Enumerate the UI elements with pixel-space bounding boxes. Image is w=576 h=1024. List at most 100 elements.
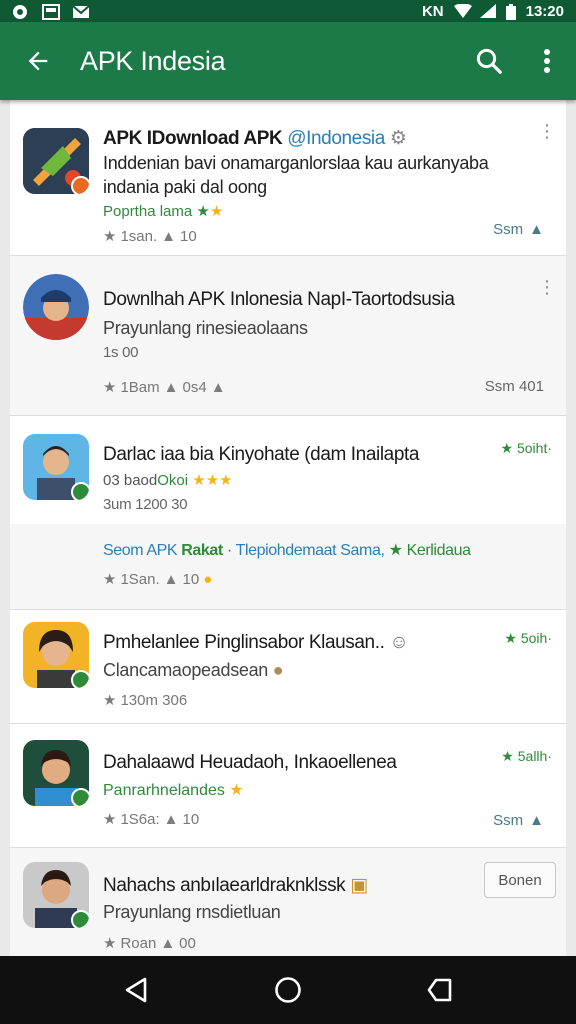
search-icon bbox=[476, 48, 502, 74]
overflow-menu-button[interactable] bbox=[518, 22, 576, 100]
app-icon bbox=[23, 128, 89, 194]
item-desc-line1: Inddenian bavi onamarganlorslaa kau aurk… bbox=[103, 153, 489, 173]
notification-icon bbox=[12, 4, 28, 19]
star-icon: ★ bbox=[500, 440, 514, 456]
item-meta: 1san. bbox=[120, 227, 158, 245]
thumb-icon: ▲ bbox=[163, 570, 179, 588]
item-sub-prefix: 03 baod bbox=[103, 472, 158, 489]
item-right-label: Ssm bbox=[493, 221, 524, 238]
star-icon: ★ bbox=[103, 935, 117, 952]
list-item[interactable]: Darlac iaa bia Kinyohate (dam Inailapta … bbox=[10, 416, 566, 524]
clock: 13:20 bbox=[525, 2, 564, 20]
open-button[interactable]: Bonen bbox=[484, 862, 556, 898]
star-icon: ★ bbox=[229, 782, 244, 799]
gear-icon: ⚙ bbox=[389, 128, 407, 149]
back-button[interactable] bbox=[0, 22, 76, 100]
item-title-link[interactable]: @Indonesia bbox=[287, 128, 385, 149]
star-icon: ★ bbox=[103, 571, 117, 588]
star-icon: ★ bbox=[103, 228, 117, 245]
thumb-icon: ▲ bbox=[163, 378, 179, 396]
back-nav-button[interactable] bbox=[106, 960, 166, 1020]
thumb-icon: ▲ bbox=[210, 378, 226, 396]
verified-icon bbox=[71, 910, 89, 928]
promo-highlight-2: Kerlidaua bbox=[406, 542, 471, 559]
image-notification-icon bbox=[42, 4, 60, 20]
app-icon bbox=[23, 862, 89, 928]
item-title: Pmhelanlee Pinglinsabor Klausan.. bbox=[103, 632, 385, 653]
promo-link[interactable]: Seom APK bbox=[103, 542, 178, 559]
thumb-icon: ▲ bbox=[161, 227, 177, 245]
verified-icon bbox=[71, 670, 89, 688]
home-nav-button[interactable] bbox=[258, 960, 318, 1020]
star-icon: ★ bbox=[196, 203, 210, 220]
star-icon: ★ bbox=[103, 811, 117, 828]
star-icon: ★ bbox=[103, 379, 117, 396]
star-icon: ★ bbox=[103, 692, 117, 709]
star-icon: ★ bbox=[501, 748, 514, 764]
lock-icon: ▣ bbox=[350, 875, 368, 896]
promo-row[interactable]: Seom APK Rakat · Tlepiohdemaat Sama, ★ K… bbox=[10, 524, 566, 610]
app-icon bbox=[23, 434, 89, 500]
item-meta2: 00 bbox=[179, 934, 196, 952]
item-desc: Prayunlang rnsdietluan bbox=[103, 902, 281, 922]
list-item[interactable]: Downlhah APK Inlonesia NapI-Taortodsusia… bbox=[10, 256, 566, 416]
home-nav-icon bbox=[275, 977, 301, 1003]
item-desc: Prayunlang rinesieaolaans bbox=[103, 318, 308, 338]
item-meta2: 0s4 bbox=[182, 378, 207, 396]
star-icon: ★ bbox=[209, 203, 224, 220]
wifi-icon bbox=[453, 3, 472, 18]
item-sub2: 3um 1200 30 bbox=[103, 496, 188, 513]
mail-notification-icon bbox=[72, 4, 90, 18]
item-rating-right: 5oih· bbox=[520, 630, 552, 646]
star-icon: ★★★ bbox=[192, 472, 233, 489]
emoji-icon: ● bbox=[272, 660, 284, 680]
recents-nav-icon bbox=[427, 978, 452, 1002]
status-bar: KN 13:20 bbox=[0, 0, 576, 22]
app-bar: APK Indesia bbox=[0, 22, 576, 100]
thumb-icon: ▲ bbox=[160, 934, 176, 952]
verified-icon bbox=[71, 482, 89, 500]
badge-icon bbox=[71, 176, 89, 194]
item-meta: 1S6a: bbox=[120, 810, 160, 828]
item-title: Darlac iaa bia Kinyohate (dam Inailapta bbox=[103, 444, 420, 465]
signal-icon bbox=[479, 4, 496, 18]
item-meta2: 10 bbox=[182, 570, 200, 588]
back-nav-icon bbox=[125, 977, 147, 1003]
star-icon: ★ bbox=[504, 630, 517, 646]
app-icon bbox=[23, 740, 89, 806]
recents-nav-button[interactable] bbox=[410, 960, 470, 1020]
more-vert-icon bbox=[544, 49, 550, 73]
item-meta2: 10 bbox=[182, 810, 200, 828]
list-item[interactable]: Dahalaawd Heuadaoh, Inkaoellenea Panrarh… bbox=[10, 724, 566, 848]
item-meta: 1Bam bbox=[120, 378, 160, 396]
item-rating-right: 5oiht· bbox=[516, 440, 552, 456]
navigation-bar bbox=[0, 956, 576, 1024]
item-title: Downlhah APK Inlonesia NapI-Taortodsusia bbox=[103, 289, 455, 310]
thumb-icon: ▲ bbox=[529, 221, 544, 238]
thumb-icon: ▲ bbox=[529, 812, 544, 829]
app-list: APK IDownload APK @Indonesia ⚙ Inddenian… bbox=[10, 100, 566, 956]
list-item[interactable]: Nahachs anbılaearldraknklssk ▣ Prayunlan… bbox=[10, 848, 566, 956]
app-icon bbox=[23, 622, 89, 688]
search-button[interactable] bbox=[460, 22, 518, 100]
smile-icon: ☺ bbox=[389, 632, 409, 653]
promo-text: Tlepiohdemaat Sama, bbox=[235, 542, 385, 559]
item-tag: Poprtha lama bbox=[103, 203, 193, 220]
item-desc: Panrarhnelandes bbox=[103, 782, 225, 799]
item-rating-right: 5allh· bbox=[517, 748, 552, 764]
item-overflow-icon[interactable]: ⋮ bbox=[538, 278, 556, 296]
battery-icon bbox=[505, 4, 516, 20]
star-icon: ★ bbox=[388, 542, 403, 559]
item-desc-line2: indania paki dal oong bbox=[103, 177, 267, 197]
item-title: APK IDownload APK bbox=[103, 128, 283, 149]
list-item[interactable]: APK IDownload APK @Indonesia ⚙ Inddenian… bbox=[10, 100, 566, 256]
item-overflow-icon[interactable]: ⋮ bbox=[538, 122, 556, 140]
list-item[interactable]: Pmhelanlee Pinglinsabor Klausan.. ☺ Clan… bbox=[10, 610, 566, 724]
item-title: Dahalaawd Heuadaoh, Inkaoellenea bbox=[103, 752, 397, 773]
item-right-label: Ssm 401 bbox=[484, 378, 544, 395]
coin-icon: ● bbox=[203, 570, 213, 588]
item-meta: 1San. bbox=[120, 570, 160, 588]
item-sub: 1s 00 bbox=[103, 344, 139, 361]
item-meta2: 10 bbox=[180, 227, 197, 245]
thumb-icon: ▲ bbox=[163, 810, 179, 828]
